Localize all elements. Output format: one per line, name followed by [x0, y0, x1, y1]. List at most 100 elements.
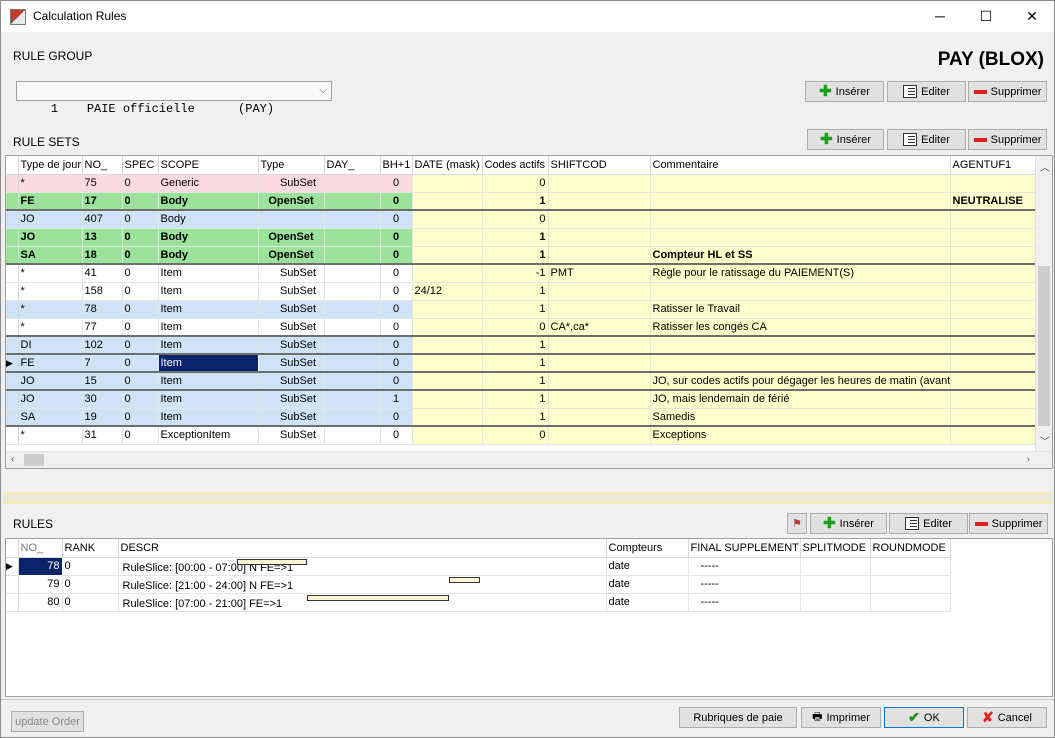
col-header-type[interactable]: Type	[258, 156, 325, 175]
cell-day[interactable]	[324, 336, 381, 355]
cell-commentaire[interactable]	[650, 210, 951, 229]
cell-scope[interactable]: Item	[158, 282, 259, 301]
close-button[interactable]: ✕	[1009, 1, 1054, 32]
cell-no[interactable]: 407	[82, 210, 123, 229]
cell-agentuf1[interactable]	[950, 174, 1037, 193]
cell-type[interactable]: OpenSet	[258, 246, 325, 265]
rule-sets-vertical-scrollbar[interactable]: ︿ ﹀	[1035, 156, 1052, 468]
rule-set-row[interactable]: * 158 0 Item SubSet 0 24/12 1	[6, 282, 1037, 301]
cell-type-jour[interactable]: JO	[18, 228, 83, 247]
cell-shiftcod[interactable]: PMT	[548, 264, 651, 283]
row-selector[interactable]	[6, 192, 19, 211]
cell-bh[interactable]: 0	[380, 282, 413, 301]
cell-shiftcod[interactable]	[548, 210, 651, 229]
col-header-splitmode[interactable]: SPLITMODE	[800, 539, 871, 558]
row-selector[interactable]	[6, 264, 19, 283]
cell-bh[interactable]: 0	[380, 192, 413, 211]
cell-bh[interactable]: 0	[380, 228, 413, 247]
imprimer-button[interactable]: 🖶 Imprimer	[801, 707, 881, 728]
cancel-button[interactable]: ✘ Cancel	[967, 707, 1047, 728]
cell-spec[interactable]: 0	[122, 336, 159, 355]
cell-commentaire[interactable]: Exceptions	[650, 426, 951, 445]
cell-spec[interactable]: 0	[122, 318, 159, 337]
cell-no[interactable]: 31	[82, 426, 123, 445]
cell-agentuf1[interactable]	[950, 228, 1037, 247]
rule-group-select[interactable]: 1 PAIE officielle (PAY) ⌵	[16, 81, 332, 116]
cell-type-jour[interactable]: *	[18, 282, 83, 301]
cell-bh[interactable]: 0	[380, 426, 413, 445]
cell-scope[interactable]: Generic	[158, 174, 259, 193]
update-order-button[interactable]: update Order	[11, 711, 84, 732]
cell-day[interactable]	[324, 408, 381, 427]
cell-scope[interactable]: Body	[158, 246, 259, 265]
cell-bh[interactable]: 0	[380, 354, 413, 373]
cell-day[interactable]	[324, 282, 381, 301]
cell-scope[interactable]: Body	[158, 210, 259, 229]
cell-bh[interactable]: 0	[380, 372, 413, 391]
rule-set-row[interactable]: * 78 0 Item SubSet 0 1 Ratisser le Travail	[6, 300, 1037, 319]
cell-commentaire[interactable]	[650, 228, 951, 247]
col-header-commentaire[interactable]: Commentaire	[650, 156, 951, 175]
maximize-button[interactable]: ☐	[963, 1, 1009, 32]
col-header-no[interactable]: NO_	[82, 156, 123, 175]
cell-compteurs[interactable]: date	[606, 593, 689, 612]
cell-agentuf1[interactable]	[950, 354, 1037, 373]
cell-bh[interactable]: 0	[380, 300, 413, 319]
rule-group-insert-button[interactable]: ✚ Insérer	[805, 81, 884, 102]
cell-type[interactable]: OpenSet	[258, 192, 325, 211]
row-selector[interactable]	[6, 336, 19, 355]
cell-descr[interactable]: RuleSlice: [07:00 - 21:00] FE=>1	[118, 593, 607, 612]
cell-agentuf1[interactable]	[950, 246, 1037, 265]
cell-day[interactable]	[324, 210, 381, 229]
cell-type[interactable]: SubSet	[258, 318, 325, 337]
cell-type[interactable]: SubSet	[258, 390, 325, 409]
cell-type-jour[interactable]: *	[18, 174, 83, 193]
cell-codes-actifs[interactable]: 1	[482, 228, 549, 247]
col-header-compteurs[interactable]: Compteurs	[606, 539, 689, 558]
cell-type-jour[interactable]: JO	[18, 390, 83, 409]
cell-day[interactable]	[324, 426, 381, 445]
cell-compteurs[interactable]: date	[606, 575, 689, 594]
rule-sets-delete-button[interactable]: Supprimer	[968, 129, 1047, 150]
cell-rank[interactable]: 0	[62, 593, 119, 612]
cell-no[interactable]: 17	[82, 192, 123, 211]
col-header-descr[interactable]: DESCR	[118, 539, 607, 558]
rules-insert-button[interactable]: ✚ Insérer	[810, 513, 887, 534]
row-selector[interactable]	[6, 390, 19, 409]
cell-roundmode[interactable]	[870, 557, 951, 576]
cell-shiftcod[interactable]	[548, 174, 651, 193]
cell-type-jour[interactable]: *	[18, 264, 83, 283]
col-header-type-jour[interactable]: Type de jour	[18, 156, 83, 175]
cell-type-jour[interactable]: JO	[18, 210, 83, 229]
cell-shiftcod[interactable]	[548, 426, 651, 445]
cell-spec[interactable]: 0	[122, 354, 159, 373]
cell-agentuf1[interactable]	[950, 282, 1037, 301]
col-header-day[interactable]: DAY_	[324, 156, 381, 175]
cell-commentaire[interactable]: Ratisser le Travail	[650, 300, 951, 319]
cell-roundmode[interactable]	[870, 575, 951, 594]
col-header-final-supplement[interactable]: FINAL SUPPLEMENT	[688, 539, 801, 558]
cell-final-supplement[interactable]: -----	[688, 557, 801, 576]
cell-day[interactable]	[324, 300, 381, 319]
cell-type[interactable]: SubSet	[258, 336, 325, 355]
cell-bh[interactable]: 0	[380, 336, 413, 355]
cell-bh[interactable]: 0	[380, 264, 413, 283]
cell-shiftcod[interactable]	[548, 192, 651, 211]
cell-type-jour[interactable]: FE	[18, 192, 83, 211]
cell-agentuf1[interactable]	[950, 264, 1037, 283]
rule-row[interactable]: ▶ 78 0 RuleSlice: [00:00 - 07:00] N FE=>1 da…	[6, 556, 951, 576]
ok-button[interactable]: ✔ OK	[884, 707, 964, 728]
cell-day[interactable]	[324, 372, 381, 391]
cell-bh[interactable]: 0	[380, 408, 413, 427]
row-selector[interactable]	[6, 426, 19, 445]
cell-bh[interactable]: 0	[380, 210, 413, 229]
cell-splitmode[interactable]	[800, 575, 871, 594]
row-selector[interactable]	[6, 575, 19, 594]
cell-date-mask[interactable]	[412, 300, 483, 319]
cell-codes-actifs[interactable]: 0	[482, 174, 549, 193]
cell-no[interactable]: 30	[82, 390, 123, 409]
cell-no[interactable]: 102	[82, 336, 123, 355]
cell-spec[interactable]: 0	[122, 372, 159, 391]
rules-edit-button[interactable]: Editer	[889, 513, 968, 534]
cell-codes-actifs[interactable]: 1	[482, 246, 549, 265]
